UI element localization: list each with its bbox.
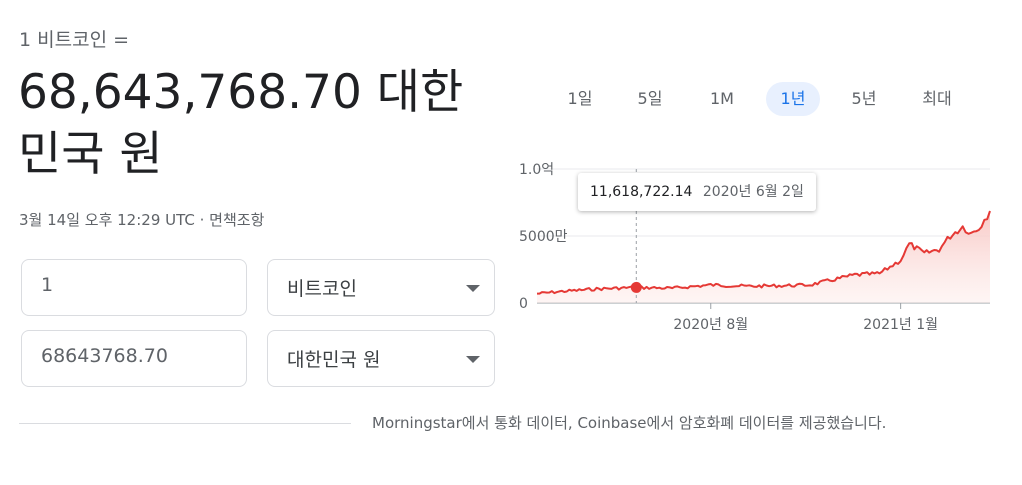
y-tick-label: 0: [519, 296, 528, 312]
y-tick-label: 1.0억: [519, 162, 554, 178]
tooltip-date: 2020년 6월 2일: [702, 184, 804, 200]
data-source-note: Morningstar에서 통화 데이터, Coinbase에서 암호화폐 데이…: [372, 414, 887, 432]
divider: [19, 423, 351, 424]
hover-point[interactable]: [630, 281, 642, 293]
x-tick-label: 2020년 8월: [673, 317, 748, 333]
x-tick-label: 2021년 1월: [863, 317, 938, 333]
y-tick-label: 5000만: [519, 229, 568, 245]
chart-tooltip: 11,618,722.14 2020년 6월 2일: [578, 173, 816, 211]
price-area: [537, 211, 990, 303]
tooltip-value: 11,618,722.14: [590, 184, 693, 200]
